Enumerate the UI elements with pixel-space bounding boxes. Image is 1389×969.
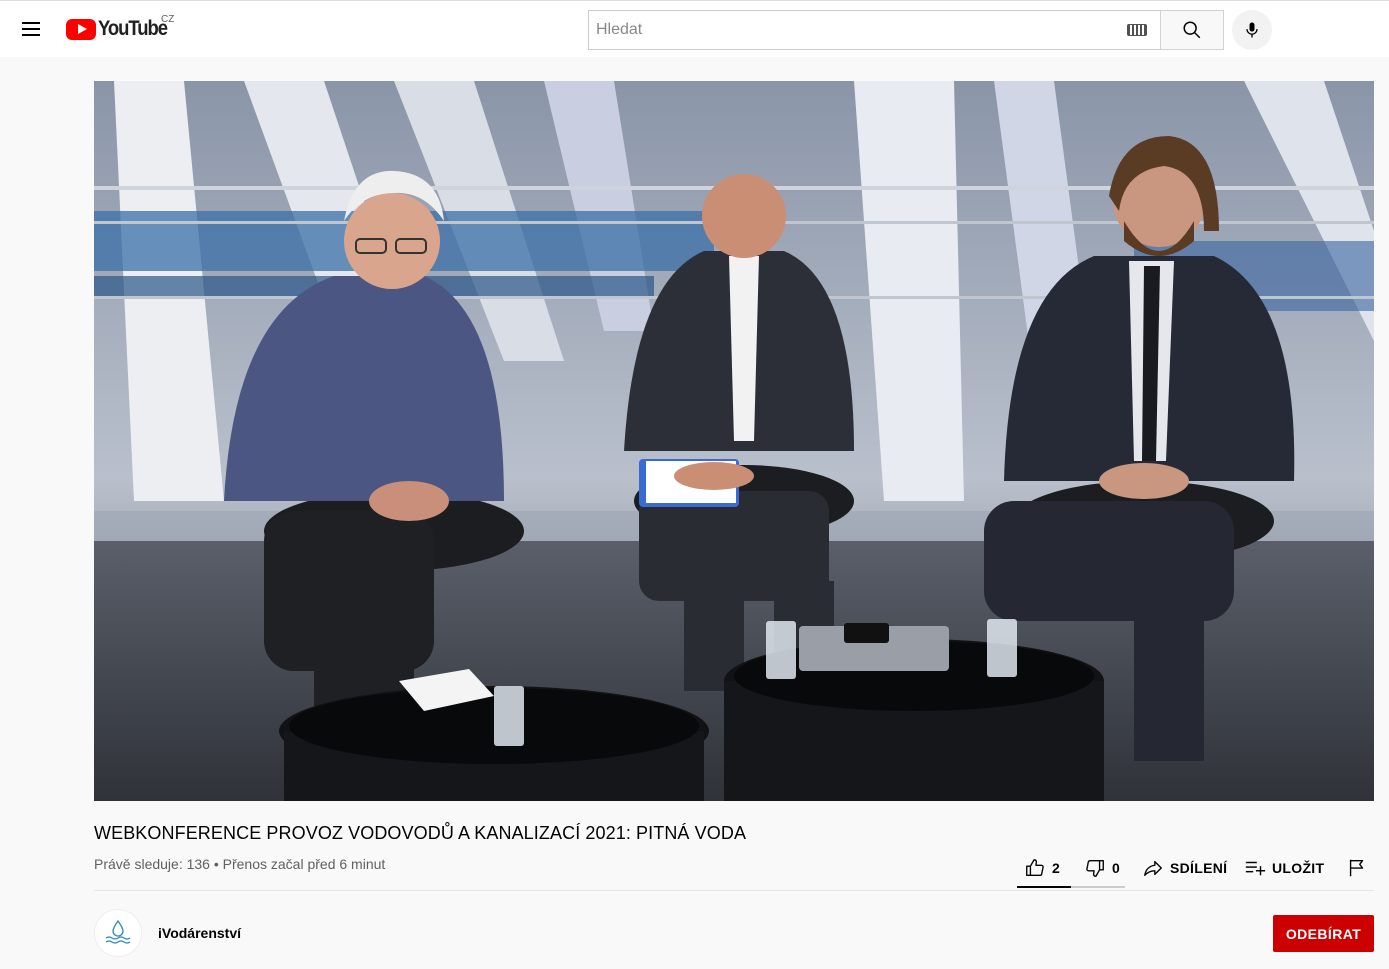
thumbs-up-icon [1026, 859, 1044, 877]
thumbs-down-icon [1086, 859, 1104, 877]
share-icon [1144, 860, 1162, 877]
menu-icon-bar [22, 28, 40, 30]
logo-text: YouTube [98, 17, 168, 40]
divider [94, 890, 1374, 891]
keyboard-icon[interactable] [1127, 24, 1147, 36]
country-code: CZ [161, 14, 175, 25]
like-button[interactable]: 2 [1024, 857, 1060, 879]
water-drop-logo-icon [105, 919, 131, 944]
like-count: 2 [1052, 860, 1061, 876]
search-icon [1183, 21, 1201, 39]
search-input[interactable] [589, 11, 1127, 49]
microphone-icon [1246, 22, 1258, 38]
search-button[interactable] [1160, 10, 1224, 50]
playlist-add-icon [1245, 861, 1266, 876]
video-player[interactable] [94, 81, 1374, 801]
menu-icon-bar [22, 34, 40, 36]
report-button[interactable] [1346, 857, 1368, 879]
video-frame [94, 81, 1374, 801]
video-title: WEBKONFERENCE PROVOZ VODOVODŮ A KANALIZA… [94, 823, 747, 843]
voice-search-button[interactable] [1232, 10, 1272, 50]
search-box [588, 10, 1161, 50]
guide-menu-button[interactable] [14, 12, 48, 46]
subscribe-button[interactable]: ODEBÍRAT [1273, 915, 1374, 952]
dislike-button[interactable]: 0 [1084, 857, 1120, 879]
save-button[interactable]: ULOŽIT [1244, 857, 1324, 879]
masthead: YouTube CZ [0, 0, 1389, 57]
channel-avatar[interactable] [94, 909, 142, 957]
channel-name[interactable]: iVodárenství [158, 925, 241, 941]
youtube-logo[interactable]: YouTube [66, 17, 176, 41]
menu-icon-bar [22, 22, 40, 24]
youtube-play-icon [66, 18, 96, 40]
save-label: ULOŽIT [1272, 860, 1325, 876]
share-label: SDÍLENÍ [1170, 860, 1228, 876]
flag-icon [1349, 859, 1364, 877]
like-ratio-fill [1017, 886, 1071, 888]
share-button[interactable]: SDÍLENÍ [1142, 857, 1227, 879]
like-dislike-bar [1017, 886, 1125, 888]
dislike-count: 0 [1112, 860, 1121, 876]
video-meta: Právě sleduje: 136 • Přenos začal před 6… [94, 856, 386, 872]
